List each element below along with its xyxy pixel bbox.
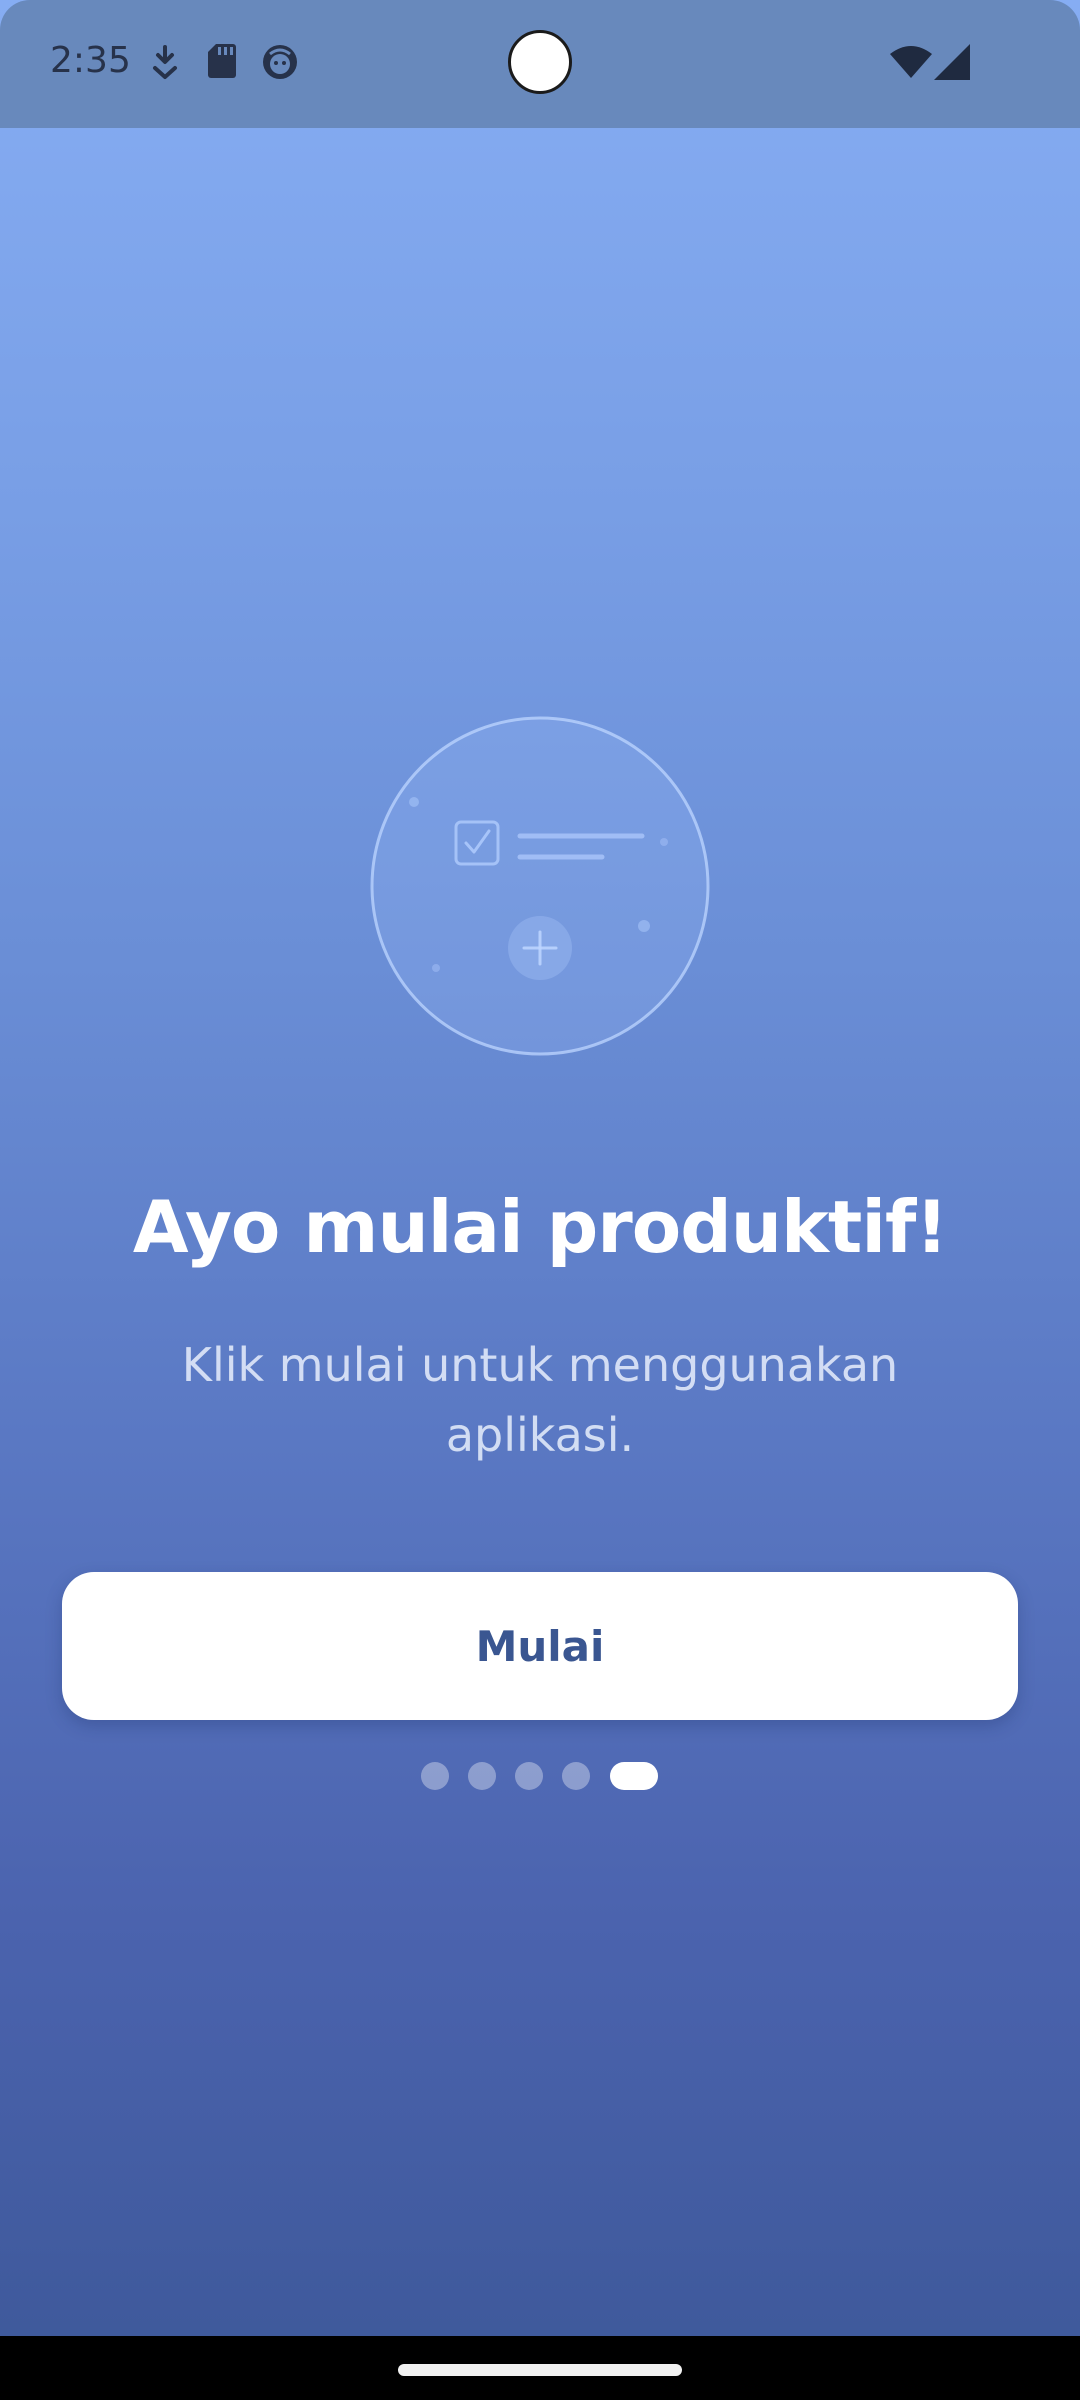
wifi-icon [890,44,932,84]
onboarding-subtitle: Klik mulai untuk menggunakan aplikasi. [181,1338,899,1462]
page-indicator [0,1762,1080,1790]
page-dot-2[interactable] [468,1762,496,1790]
face-icon [262,44,298,84]
page-dot-5-active[interactable] [610,1762,658,1790]
page-dot-4[interactable] [562,1762,590,1790]
sd-card-icon [208,44,236,82]
home-gesture-handle[interactable] [398,2364,682,2376]
signal-icon [934,44,970,84]
page-dot-1[interactable] [421,1762,449,1790]
onboarding-screen: 2:35 Ayo mulai produktif! Klik mulai unt… [0,0,1080,2400]
start-button-label: Mulai [475,1621,605,1671]
camera-cutout [508,30,572,94]
status-time: 2:35 [50,40,131,81]
productivity-illustration [368,714,712,1058]
status-bar: 2:35 [0,0,1080,128]
download-icon [150,44,180,84]
onboarding-title: Ayo mulai produktif! [132,1185,948,1269]
page-dot-3[interactable] [515,1762,543,1790]
start-button[interactable]: Mulai [62,1572,1018,1720]
